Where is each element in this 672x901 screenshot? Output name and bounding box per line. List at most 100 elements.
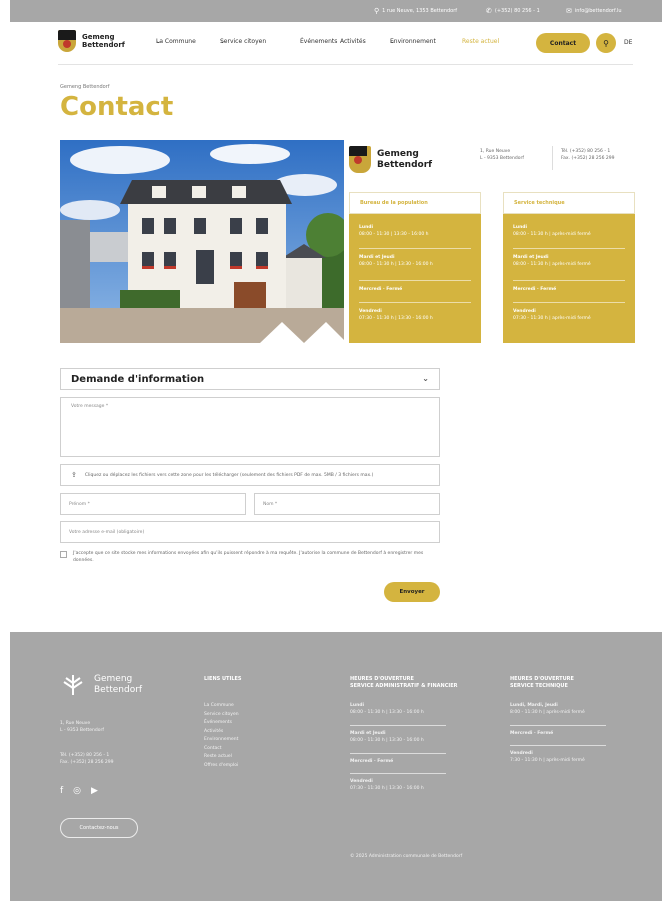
footer-hours-row: Vendredi 7:30 - 11:30 h | après-midi ferm… [510, 750, 585, 764]
hours-divider [359, 280, 471, 281]
card-address: 1, Rue Neuve L - 9353 Bettendorf [480, 148, 524, 162]
hours-row: Mardi et Jeudi 08:00 - 11:30 h | après-mi… [513, 254, 625, 268]
footer-tel[interactable]: Tél. (+352) 80 256 - 1 [60, 752, 114, 759]
message-textarea[interactable]: Votre message * [60, 397, 440, 457]
hours-time: 08:00 - 11:30 h | après-midi fermé [513, 232, 591, 237]
footer-link-item[interactable]: Offres d'emploi [204, 762, 239, 771]
nav-item-1[interactable]: Service citoyen ⌄ [220, 38, 266, 45]
nav-item-0[interactable]: La Commune ⌄ [156, 38, 196, 45]
hours-time: 08:00 - 11:30 | 13:30 - 16:00 h [359, 232, 429, 237]
footer-hours-row: Mercredi · Fermé [350, 758, 393, 765]
footer-phone: Tél. (+352) 80 256 - 1 Fax. (+352) 28 25… [60, 752, 114, 766]
topbar-email-text: info@bettendorf.lu [574, 8, 622, 14]
footer-hours-time: 07:30 - 11:30 h | 13:30 - 16:00 h [350, 786, 424, 791]
footer-links-title: LIENS UTILES [204, 676, 242, 682]
footer-hours-day: Lundi [350, 703, 365, 708]
footer-hours-divider [350, 753, 446, 754]
search-button[interactable]: ⚲ [596, 33, 616, 53]
hours-day: Mardi et Jeudi [513, 255, 549, 260]
footer-link-item[interactable]: Événements [204, 719, 239, 728]
consent-checkbox[interactable] [60, 551, 67, 558]
hours-time: 07:30 - 11:30 h | après-midi fermé [513, 316, 591, 321]
footer-admin-title-line2: SERVICE ADMINISTRATIF & FINANCIER [350, 683, 458, 689]
footer-hours-row: Vendredi 07:30 - 11:30 h | 13:30 - 16:00 … [350, 778, 424, 792]
card-address-line2: L - 9353 Bettendorf [480, 156, 524, 161]
contact-button[interactable]: Contact [536, 33, 590, 53]
footer-logo-line1: Gemeng [94, 674, 133, 684]
bettendorf-emblem-icon [60, 672, 86, 698]
topbar-address-text: 1 rue Neuve, 1353 Bettendorf [382, 8, 458, 14]
footer-link-item[interactable]: Environnement [204, 736, 239, 745]
mail-icon: ✉ [566, 7, 572, 15]
hours-population: Bureau de la population Lundi 08:00 - 11:… [349, 192, 481, 343]
hours-row: Mercredi · Fermé [513, 286, 625, 293]
breadcrumb[interactable]: Gemeng Bettendorf [60, 84, 110, 90]
footer-address-line2: L - 9353 Bettendorf [60, 728, 104, 733]
footer-link-item[interactable]: Activités [204, 728, 239, 737]
nav-item-4[interactable]: Environnement ⌄ [390, 38, 436, 45]
language-switch[interactable]: DE [624, 39, 632, 46]
hours-time: 08:00 - 11:30 h | après-midi fermé [513, 262, 591, 267]
nav-item-label: Activités [340, 38, 366, 45]
firstname-input[interactable]: Prénom * [60, 493, 246, 515]
lastname-input[interactable]: Nom * [254, 493, 440, 515]
footer-link-item[interactable]: Reste actuel [204, 753, 239, 762]
footer-admin-title-line1: HEURES D'OUVERTURE [350, 676, 414, 682]
hours-day: Lundi [359, 225, 374, 230]
footer-logo-text: Gemeng Bettendorf [94, 674, 142, 696]
topbar-email[interactable]: ✉ info@bettendorf.lu [566, 0, 622, 22]
nav-item-label: Événements [300, 38, 338, 45]
facebook-icon[interactable]: f [60, 786, 63, 796]
request-type-select[interactable]: Demande d'information ⌄ [60, 368, 440, 390]
footer-address-line1: 1, Rue Neuve [60, 721, 91, 726]
upload-icon: ⇪ [71, 471, 77, 479]
footer-contact-button[interactable]: Contactez-nous [60, 818, 138, 838]
submit-button[interactable]: Envoyer [384, 582, 440, 602]
topbar-phone-text: (+352) 80 256 - 1 [494, 8, 540, 14]
topbar-address[interactable]: ⚲ 1 rue Neuve, 1353 Bettendorf [374, 0, 457, 22]
file-upload-zone[interactable]: ⇪ Cliquez ou déplacez les fichiers vers … [60, 464, 440, 486]
youtube-icon[interactable]: ▶ [91, 786, 98, 796]
footer-hours-day: Mercredi · Fermé [510, 731, 554, 736]
nav-item-label: La Commune [156, 38, 196, 45]
nav-divider [58, 64, 633, 65]
site-logo-text: Gemeng Bettendorf [82, 33, 125, 49]
card-divider [552, 146, 553, 170]
footer-admin-title: HEURES D'OUVERTURE SERVICE ADMINISTRATIF… [350, 676, 458, 690]
footer-logo[interactable]: Gemeng Bettendorf [60, 672, 142, 698]
hours-time: 08:00 - 11:30 h | 13:30 - 16:00 h [359, 262, 433, 267]
footer-tech-title: HEURES D'OUVERTURE SERVICE TECHNIQUE [510, 676, 574, 690]
hours-day: Vendredi [359, 309, 382, 314]
footer-links: La Commune Service citoyen Événements Activ… [204, 702, 239, 770]
footer-hours-row: Lundi, Mardi, Jeudi 8:00 - 11:30 h | aprè… [510, 702, 585, 716]
hours-divider [513, 248, 625, 249]
footer-address: 1, Rue Neuve L - 9353 Bettendorf [60, 720, 104, 734]
card-tel[interactable]: Tél. (+352) 80 256 - 1 [561, 148, 615, 155]
phone-icon: ✆ [486, 7, 492, 15]
hours-row: Lundi 08:00 - 11:30 h | après-midi fermé [513, 224, 625, 238]
hours-row: Vendredi 07:30 - 11:30 h | 13:30 - 16:00 … [359, 308, 471, 322]
main-nav: Gemeng Bettendorf La Commune ⌄ Service ci… [10, 22, 662, 64]
email-input[interactable]: Votre adresse e-mail (obligatoire) [60, 521, 440, 543]
hours-technical-title: Service technique [503, 192, 635, 214]
logo-line1: Gemeng [82, 33, 115, 41]
footer-link-item[interactable]: La Commune [204, 702, 239, 711]
footer-link-item[interactable]: Service citoyen [204, 711, 239, 720]
hours-day: Mardi et Jeudi [359, 255, 395, 260]
instagram-icon[interactable]: ◎ [73, 786, 81, 796]
footer-hours-day: Vendredi [510, 751, 533, 756]
page: ⚲ 1 rue Neuve, 1353 Bettendorf ✆ (+352) … [10, 0, 662, 901]
hours-divider [359, 302, 471, 303]
footer-hours-day: Vendredi [350, 779, 373, 784]
hours-time: 07:30 - 11:30 h | 13:30 - 16:00 h [359, 316, 433, 321]
site-logo[interactable]: Gemeng Bettendorf [58, 30, 125, 52]
copyright: © 2025 Administration communale de Bette… [350, 854, 463, 859]
hours-divider [513, 280, 625, 281]
footer-link-item[interactable]: Contact [204, 745, 239, 754]
hours-day: Mercredi · Fermé [513, 287, 557, 292]
footer-tech-title-line2: SERVICE TECHNIQUE [510, 683, 568, 689]
search-icon: ⚲ [603, 38, 609, 48]
chevron-down-icon: ⌄ [422, 374, 429, 383]
card-phone: Tél. (+352) 80 256 - 1 Fax. (+352) 28 25… [561, 148, 615, 162]
topbar-phone[interactable]: ✆ (+352) 80 256 - 1 [486, 0, 540, 22]
